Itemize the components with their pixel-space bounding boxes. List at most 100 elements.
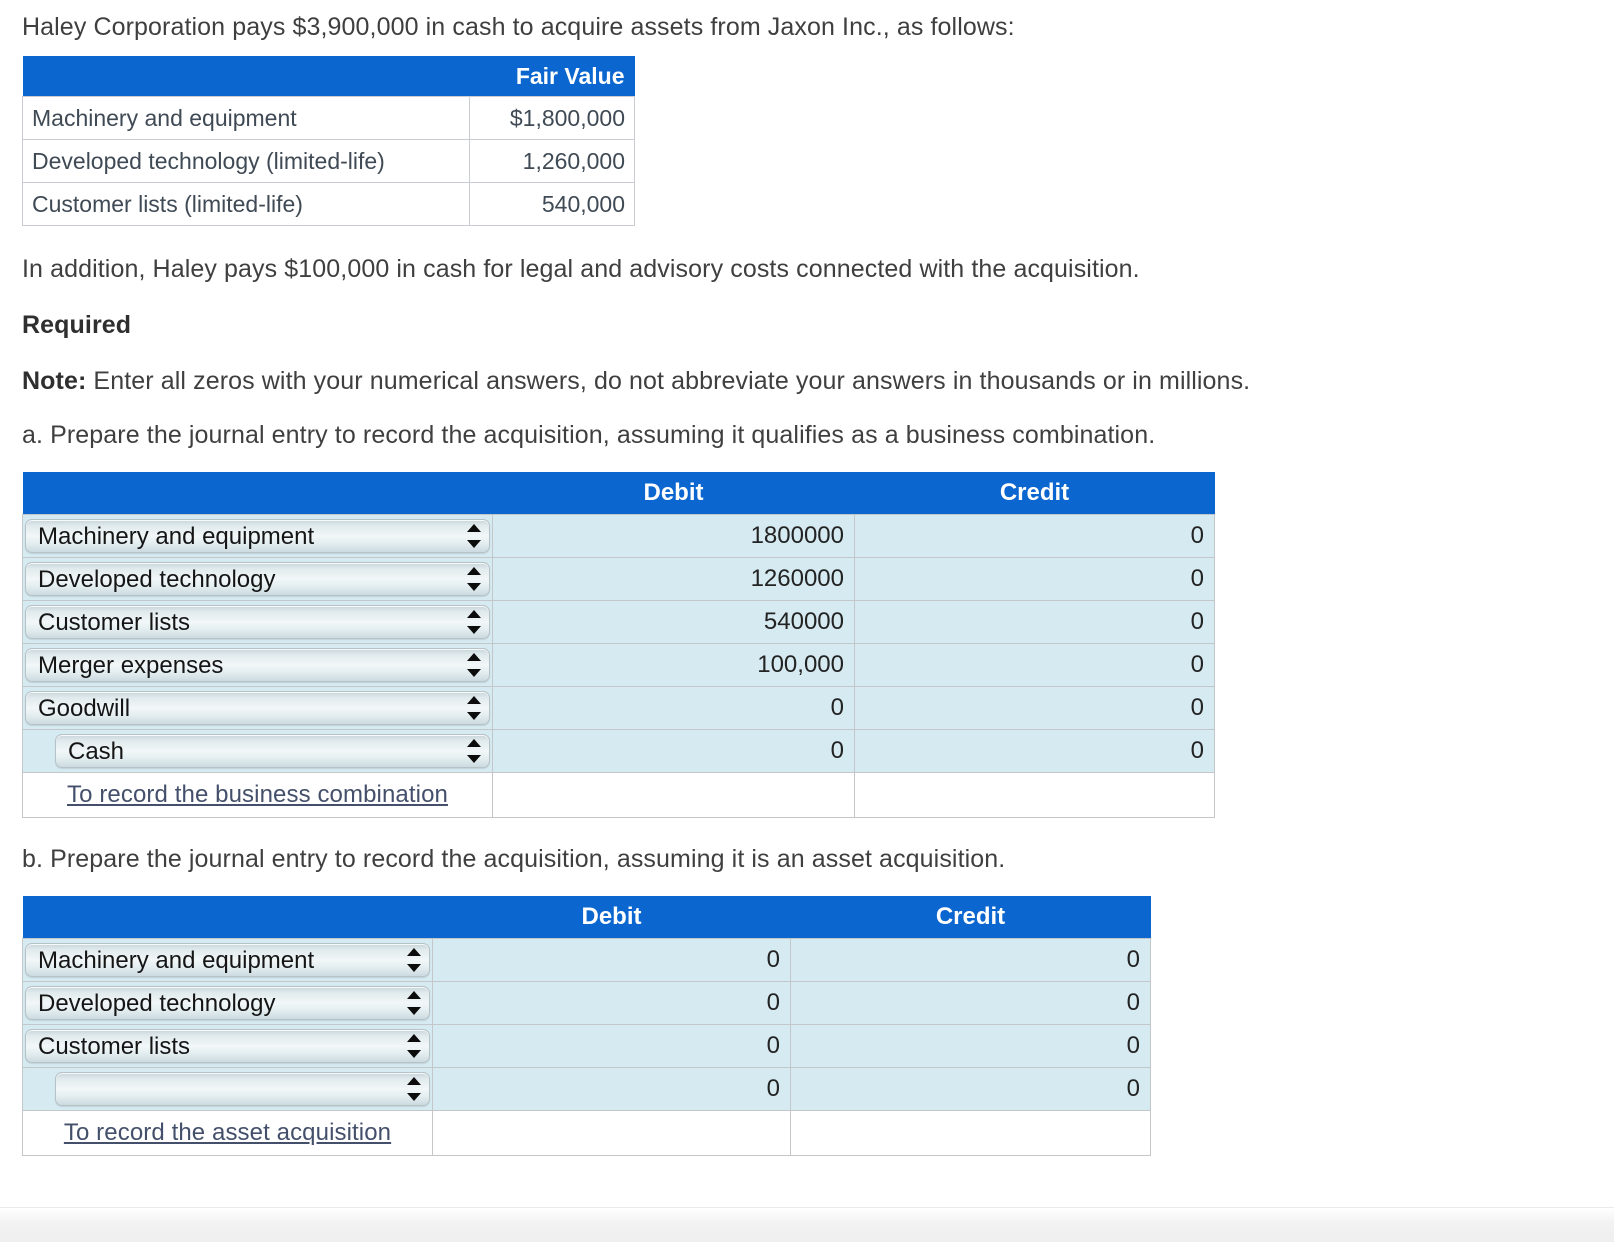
journal-b-credit-cell[interactable]: 0: [790, 1024, 1151, 1068]
account-select-b-2[interactable]: Developed technology: [25, 986, 430, 1020]
journal-a-account-cell: Merger expenses: [22, 643, 493, 687]
table-row: Developed technology 1260000 0: [22, 557, 1215, 601]
journal-b-account-cell: [22, 1067, 433, 1111]
account-select-a-1[interactable]: Machinery and equipment: [25, 519, 490, 553]
account-select-a-6[interactable]: Cash: [55, 734, 490, 768]
updown-arrows-icon: [467, 694, 481, 722]
updown-arrows-icon: [467, 737, 481, 765]
fair-value-label: Customer lists (limited-life): [22, 182, 470, 226]
account-select-b-2-label: Developed technology: [38, 990, 276, 1017]
table-row: Merger expenses 100,000 0: [22, 643, 1215, 687]
journal-a-memo-debit-cell: [492, 772, 855, 818]
account-select-a-2[interactable]: Developed technology: [25, 562, 490, 596]
table-row: Developed technology (limited-life) 1,26…: [22, 139, 635, 183]
journal-a-credit-cell[interactable]: 0: [854, 643, 1215, 687]
journal-a-credit-cell[interactable]: 0: [854, 686, 1215, 730]
journal-b-header-row: Debit Credit: [22, 896, 1151, 939]
journal-b-debit-cell[interactable]: 0: [432, 1024, 791, 1068]
journal-b-memo: To record the asset acquisition: [63, 1119, 392, 1146]
table-row: Developed technology 0 0: [22, 981, 1151, 1025]
journal-b-memo-cell: To record the asset acquisition: [22, 1110, 433, 1156]
required-heading: Required: [22, 311, 132, 339]
account-select-a-5-label: Goodwill: [38, 695, 131, 722]
account-select-a-6-label: Cash: [68, 738, 125, 765]
table-row: Cash 0 0: [22, 729, 1215, 773]
table-row: Goodwill 0 0: [22, 686, 1215, 730]
table-row: To record the business combination: [22, 772, 1215, 818]
note-label: Note:: [22, 367, 87, 395]
journal-a-debit-cell[interactable]: 1260000: [492, 557, 855, 601]
fair-value-blank-header: [22, 56, 470, 97]
intro-paragraph: Haley Corporation pays $3,900,000 in cas…: [22, 13, 1015, 41]
journal-b-debit-cell[interactable]: 0: [432, 1067, 791, 1111]
table-row: Customer lists 0 0: [22, 1024, 1151, 1068]
fair-value-table: Fair Value Machinery and equipment $1,80…: [22, 56, 635, 226]
journal-a-credit-cell[interactable]: 0: [854, 600, 1215, 644]
account-select-b-4[interactable]: [55, 1072, 430, 1106]
bottom-band: [0, 1207, 1614, 1242]
journal-b-account-header: [22, 896, 433, 939]
journal-a-memo: To record the business combination: [67, 781, 448, 808]
note-text: Enter all zeros with your numerical answ…: [86, 367, 1251, 395]
part-a-prompt: a. Prepare the journal entry to record t…: [22, 421, 1156, 449]
journal-entry-table-a: Debit Credit Machinery and equipment 180…: [22, 472, 1215, 818]
updown-arrows-icon: [467, 565, 481, 593]
fair-value-label: Machinery and equipment: [22, 96, 470, 140]
journal-entry-table-b: Debit Credit Machinery and equipment 0 0…: [22, 896, 1151, 1156]
journal-b-credit-cell[interactable]: 0: [790, 981, 1151, 1025]
fair-value-amount: $1,800,000: [469, 96, 635, 140]
account-select-a-3[interactable]: Customer lists: [25, 605, 490, 639]
updown-arrows-icon: [407, 946, 421, 974]
table-row: Machinery and equipment $1,800,000: [22, 96, 635, 140]
journal-a-credit-cell[interactable]: 0: [854, 729, 1215, 773]
fair-value-header-row: Fair Value: [22, 56, 635, 97]
account-select-a-4-label: Merger expenses: [38, 652, 224, 679]
journal-a-account-cell: Developed technology: [22, 557, 493, 601]
updown-arrows-icon: [467, 522, 481, 550]
table-row: To record the asset acquisition: [22, 1110, 1151, 1156]
table-row: Machinery and equipment 0 0: [22, 938, 1151, 982]
note-paragraph: Note: Enter all zeros with your numerica…: [22, 366, 1614, 396]
journal-a-debit-header: Debit: [492, 472, 855, 515]
journal-b-debit-cell[interactable]: 0: [432, 938, 791, 982]
journal-a-debit-cell[interactable]: 0: [492, 686, 855, 730]
fair-value-amount: 540,000: [469, 182, 635, 226]
account-select-b-3[interactable]: Customer lists: [25, 1029, 430, 1063]
journal-b-debit-header: Debit: [432, 896, 791, 939]
journal-b-memo-debit-cell: [432, 1110, 791, 1156]
fair-value-label: Developed technology (limited-life): [22, 139, 470, 183]
updown-arrows-icon: [467, 651, 481, 679]
journal-b-account-cell: Developed technology: [22, 981, 433, 1025]
journal-a-debit-cell[interactable]: 100,000: [492, 643, 855, 687]
journal-a-credit-header: Credit: [854, 472, 1215, 515]
account-select-a-5[interactable]: Goodwill: [25, 691, 490, 725]
journal-a-debit-cell[interactable]: 540000: [492, 600, 855, 644]
journal-b-debit-cell[interactable]: 0: [432, 981, 791, 1025]
account-select-a-4[interactable]: Merger expenses: [25, 648, 490, 682]
journal-b-credit-cell[interactable]: 0: [790, 938, 1151, 982]
journal-a-credit-cell[interactable]: 0: [854, 557, 1215, 601]
journal-a-debit-cell[interactable]: 0: [492, 729, 855, 773]
journal-a-credit-cell[interactable]: 0: [854, 514, 1215, 558]
journal-b-account-cell: Machinery and equipment: [22, 938, 433, 982]
account-select-a-1-label: Machinery and equipment: [38, 523, 315, 550]
worksheet-page: Haley Corporation pays $3,900,000 in cas…: [0, 0, 1614, 1242]
table-row: Customer lists (limited-life) 540,000: [22, 182, 635, 226]
journal-b-credit-cell[interactable]: 0: [790, 1067, 1151, 1111]
journal-a-debit-cell[interactable]: 1800000: [492, 514, 855, 558]
journal-a-memo-cell: To record the business combination: [22, 772, 493, 818]
account-select-b-1[interactable]: Machinery and equipment: [25, 943, 430, 977]
table-row: 0 0: [22, 1067, 1151, 1111]
fair-value-amount: 1,260,000: [469, 139, 635, 183]
addition-paragraph: In addition, Haley pays $100,000 in cash…: [22, 255, 1140, 283]
updown-arrows-icon: [407, 989, 421, 1017]
journal-b-account-cell: Customer lists: [22, 1024, 433, 1068]
account-select-b-1-label: Machinery and equipment: [38, 947, 315, 974]
